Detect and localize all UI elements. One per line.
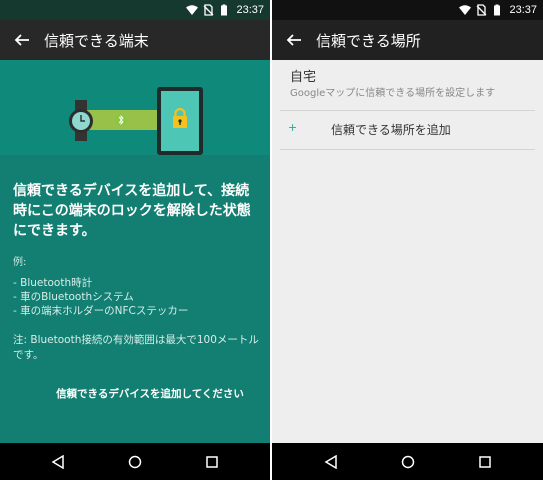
example-item: - Bluetooth時計 xyxy=(13,277,93,289)
arrow-back-icon xyxy=(14,34,29,46)
status-bar: 23:37 xyxy=(0,0,270,20)
status-time: 23:37 xyxy=(509,4,537,16)
example-item: - 車の端末ホルダーのNFCステッカー xyxy=(13,305,189,317)
recents-nav-icon xyxy=(205,455,218,468)
wifi-icon xyxy=(459,5,472,15)
home-nav-button[interactable] xyxy=(388,447,428,477)
range-note: 注: Bluetooth接続の有効範囲は最大で100メートルです。 xyxy=(13,334,259,361)
add-trusted-device-button[interactable]: 信頼できるデバイスを追加してください xyxy=(40,386,260,401)
add-place-label: 信頼できる場所を追加 xyxy=(331,123,451,137)
home-place-item[interactable]: 自宅 Googleマップに信頼できる場所を設定します xyxy=(272,60,543,104)
home-place-name: 自宅 xyxy=(290,70,317,85)
add-icon: + xyxy=(288,121,298,134)
home-place-description: Googleマップに信頼できる場所を設定します xyxy=(290,88,496,99)
back-nav-icon xyxy=(324,454,337,469)
recents-nav-icon xyxy=(478,455,491,468)
example-label-text: 例: xyxy=(13,257,27,268)
battery-icon xyxy=(221,4,228,16)
app-toolbar: 信頼できる端末 xyxy=(0,20,270,60)
recents-nav-button[interactable] xyxy=(465,447,505,477)
status-time: 23:37 xyxy=(236,4,264,16)
no-sim-icon xyxy=(477,4,487,16)
back-nav-button[interactable] xyxy=(311,447,351,477)
back-button[interactable] xyxy=(0,20,44,60)
recents-nav-button[interactable] xyxy=(192,447,232,477)
back-nav-icon xyxy=(51,454,65,469)
back-button[interactable] xyxy=(272,20,316,60)
add-trusted-place-button[interactable]: + 信頼できる場所を追加 xyxy=(272,112,543,146)
list-divider xyxy=(280,110,535,111)
status-bar: 23:37 xyxy=(272,0,543,20)
no-sim-icon xyxy=(204,4,214,16)
app-toolbar: 信頼できる場所 xyxy=(272,20,543,60)
list-divider xyxy=(280,149,535,150)
home-nav-button[interactable] xyxy=(115,447,155,477)
navigation-bar xyxy=(0,443,270,480)
lead-text: 信頼できるデバイスを追加して、接続時にこの端末のロックを解除した状態にできます。 xyxy=(13,183,251,239)
home-nav-icon xyxy=(401,455,414,468)
navigation-bar xyxy=(272,443,543,480)
page-title: 信頼できる場所 xyxy=(316,31,421,50)
bluetooth-icon xyxy=(115,114,127,126)
hero-illustration xyxy=(0,60,270,155)
tablet-lock-icon xyxy=(157,87,203,155)
examples-heading: 例: xyxy=(13,250,260,270)
right-phone-screen: 23:37 信頼できる場所 自宅 Googleマップに信頼できる場所を設定します… xyxy=(272,0,543,480)
back-nav-button[interactable] xyxy=(38,447,78,477)
page-title: 信頼できる端末 xyxy=(44,31,149,50)
smartwatch-icon xyxy=(69,100,93,141)
description: 信頼できるデバイスを追加して、接続時にこの端末のロックを解除した状態にできます。 xyxy=(13,181,260,241)
examples-list: - Bluetooth時計 - 車のBluetoothシステム - 車の端末ホル… xyxy=(13,276,188,318)
example-item: - 車のBluetoothシステム xyxy=(13,291,134,303)
left-phone-screen: 23:37 信頼できる端末 信頼できるデバイスを追加して、接続時にこの端末のロッ… xyxy=(0,0,270,480)
battery-icon xyxy=(494,4,501,16)
home-nav-icon xyxy=(128,455,142,468)
wifi-icon xyxy=(186,5,199,15)
arrow-back-icon xyxy=(286,34,301,46)
